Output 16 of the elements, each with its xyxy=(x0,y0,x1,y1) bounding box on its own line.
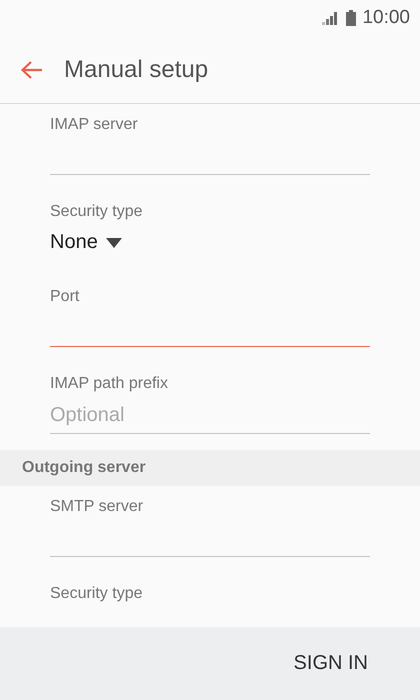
battery-icon xyxy=(346,10,356,26)
field-label: IMAP path prefix xyxy=(50,375,169,393)
field-label: IMAP server xyxy=(50,116,139,134)
field-label: Security type xyxy=(50,203,144,221)
input-field[interactable]: Optional xyxy=(50,397,370,434)
section-header: Outgoing server xyxy=(0,450,420,486)
screen-title: Manual setup xyxy=(64,56,208,84)
field-label: SMTP server xyxy=(50,498,144,516)
field-label: Security type xyxy=(50,585,144,603)
security-type-dropdown[interactable]: None xyxy=(50,231,122,254)
back-button[interactable] xyxy=(20,60,44,80)
back-arrow-icon xyxy=(20,60,44,80)
caret-icon xyxy=(106,238,122,248)
clock-time: 10:00 xyxy=(362,7,410,29)
sign-in-button[interactable]: SIGN IN xyxy=(294,644,368,683)
field-label: Port xyxy=(50,288,80,306)
